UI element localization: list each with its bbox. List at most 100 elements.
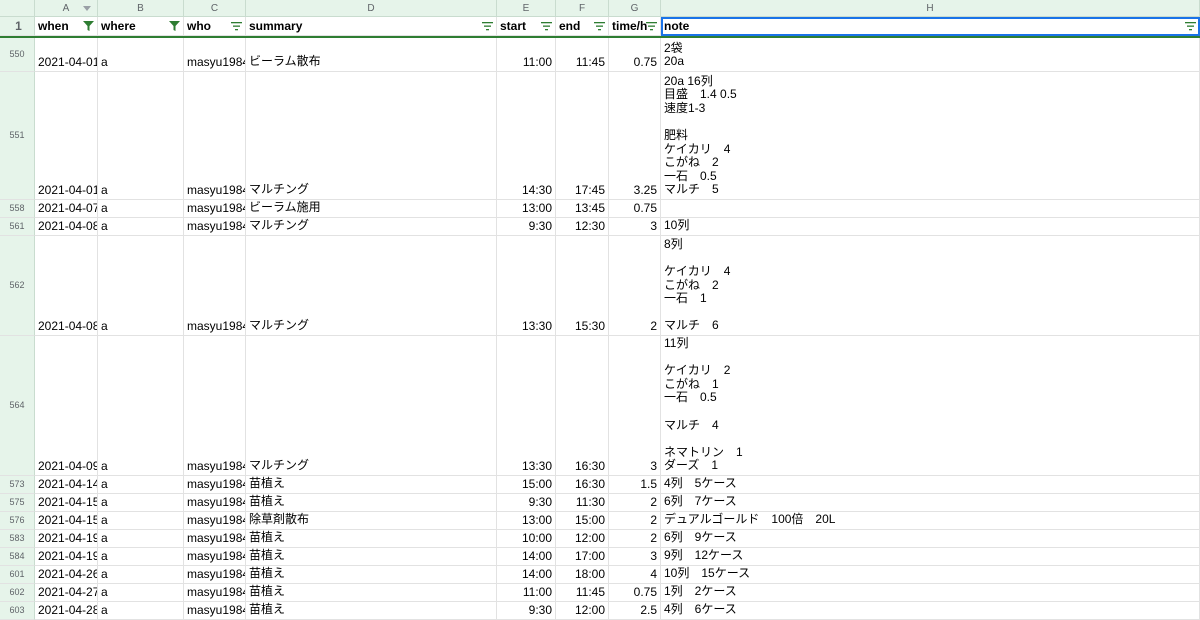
header-where[interactable]: where [98,17,184,36]
cell-who[interactable]: masyu1984 [184,38,246,72]
cell-where[interactable]: a [98,566,184,584]
cell-who[interactable]: masyu1984 [184,494,246,512]
filter-icon[interactable] [482,21,493,31]
header-end[interactable]: end [556,17,609,36]
cell-where[interactable]: a [98,72,184,200]
filter-icon[interactable] [1185,21,1196,31]
cell-when[interactable]: 2021-04-15 [35,494,98,512]
cell-end[interactable]: 11:45 [556,584,609,602]
cell-start[interactable]: 9:30 [497,494,556,512]
cell-when[interactable]: 2021-04-08 [35,218,98,236]
cell-time[interactable]: 2 [609,494,661,512]
cell-start[interactable]: 13:30 [497,336,556,476]
cell-start[interactable]: 9:30 [497,602,556,620]
cell-where[interactable]: a [98,530,184,548]
cell-where[interactable]: a [98,584,184,602]
cell-who[interactable]: masyu1984 [184,336,246,476]
cell-start[interactable]: 14:00 [497,566,556,584]
cell-summary[interactable]: マルチング [246,218,497,236]
cell-time[interactable]: 3 [609,548,661,566]
cell-note[interactable]: 10列 [661,218,1200,236]
cell-who[interactable]: masyu1984 [184,602,246,620]
cell-time[interactable]: 0.75 [609,200,661,218]
filter-icon[interactable] [594,21,605,31]
cell-start[interactable]: 14:30 [497,72,556,200]
cell-when[interactable]: 2021-04-28 [35,602,98,620]
cell-where[interactable]: a [98,494,184,512]
cell-summary[interactable]: 苗植え [246,548,497,566]
cell-time[interactable]: 0.75 [609,38,661,72]
cell-summary[interactable]: 苗植え [246,602,497,620]
cell-end[interactable]: 16:30 [556,476,609,494]
cell-summary[interactable]: 苗植え [246,566,497,584]
column-header-g[interactable]: G [609,0,661,17]
cell-note[interactable]: 2袋 20a [661,38,1200,72]
filter-icon[interactable] [231,21,242,31]
cell-note[interactable]: 1列 2ケース [661,584,1200,602]
cell-note[interactable]: 10列 15ケース [661,566,1200,584]
cell-end[interactable]: 11:45 [556,38,609,72]
cell-where[interactable]: a [98,218,184,236]
cell-where[interactable]: a [98,336,184,476]
cell-note[interactable]: 6列 7ケース [661,494,1200,512]
column-header-a[interactable]: A [35,0,98,17]
cell-start[interactable]: 14:00 [497,548,556,566]
cell-note[interactable]: 4列 5ケース [661,476,1200,494]
cell-end[interactable]: 13:45 [556,200,609,218]
cell-time[interactable]: 2 [609,236,661,336]
header-time[interactable]: time/h [609,17,661,36]
cell-who[interactable]: masyu1984 [184,512,246,530]
cell-end[interactable]: 12:00 [556,530,609,548]
cell-note[interactable]: 9列 12ケース [661,548,1200,566]
cell-when[interactable]: 2021-04-09 [35,336,98,476]
row-number[interactable]: 550 [0,38,35,72]
filter-icon[interactable] [541,21,552,31]
row-number[interactable]: 584 [0,548,35,566]
header-note[interactable]: note [661,17,1200,36]
column-header-d[interactable]: D [246,0,497,17]
row-number[interactable]: 583 [0,530,35,548]
cell-start[interactable]: 11:00 [497,38,556,72]
cell-when[interactable]: 2021-04-14 [35,476,98,494]
row-number[interactable]: 576 [0,512,35,530]
filter-icon[interactable] [646,21,657,31]
header-when[interactable]: when [35,17,98,36]
cell-end[interactable]: 11:30 [556,494,609,512]
cell-who[interactable]: masyu1984 [184,218,246,236]
cell-end[interactable]: 12:00 [556,602,609,620]
column-header-b[interactable]: B [98,0,184,17]
cell-note[interactable]: 8列 ケイカリ 4 こがね 2 一石 1 マルチ 6 [661,236,1200,336]
cell-who[interactable]: masyu1984 [184,584,246,602]
cell-end[interactable]: 15:00 [556,512,609,530]
cell-summary[interactable]: ビーラム施用 [246,200,497,218]
cell-end[interactable]: 12:30 [556,218,609,236]
cell-start[interactable]: 10:00 [497,530,556,548]
cell-where[interactable]: a [98,200,184,218]
row-number[interactable]: 601 [0,566,35,584]
cell-when[interactable]: 2021-04-01 [35,38,98,72]
row-number[interactable]: 1 [0,17,35,36]
header-start[interactable]: start [497,17,556,36]
cell-time[interactable]: 3 [609,218,661,236]
cell-time[interactable]: 2 [609,530,661,548]
cell-time[interactable]: 3 [609,336,661,476]
cell-time[interactable]: 1.5 [609,476,661,494]
cell-summary[interactable]: ビーラム散布 [246,38,497,72]
cell-end[interactable]: 17:00 [556,548,609,566]
cell-time[interactable]: 0.75 [609,584,661,602]
cell-note[interactable]: 20a 16列 目盛 1.4 0.5 速度1-3 肥料 ケイカリ 4 こがね 2… [661,72,1200,200]
cell-when[interactable]: 2021-04-27 [35,584,98,602]
cell-end[interactable]: 17:45 [556,72,609,200]
row-number[interactable]: 564 [0,336,35,476]
cell-start[interactable]: 13:00 [497,512,556,530]
cell-where[interactable]: a [98,38,184,72]
cell-where[interactable]: a [98,512,184,530]
row-number[interactable]: 602 [0,584,35,602]
cell-where[interactable]: a [98,602,184,620]
cell-note[interactable]: 6列 9ケース [661,530,1200,548]
cell-who[interactable]: masyu1984 [184,236,246,336]
row-number[interactable]: 603 [0,602,35,620]
cell-time[interactable]: 2.5 [609,602,661,620]
column-header-h[interactable]: H [661,0,1200,17]
row-number[interactable]: 551 [0,72,35,200]
